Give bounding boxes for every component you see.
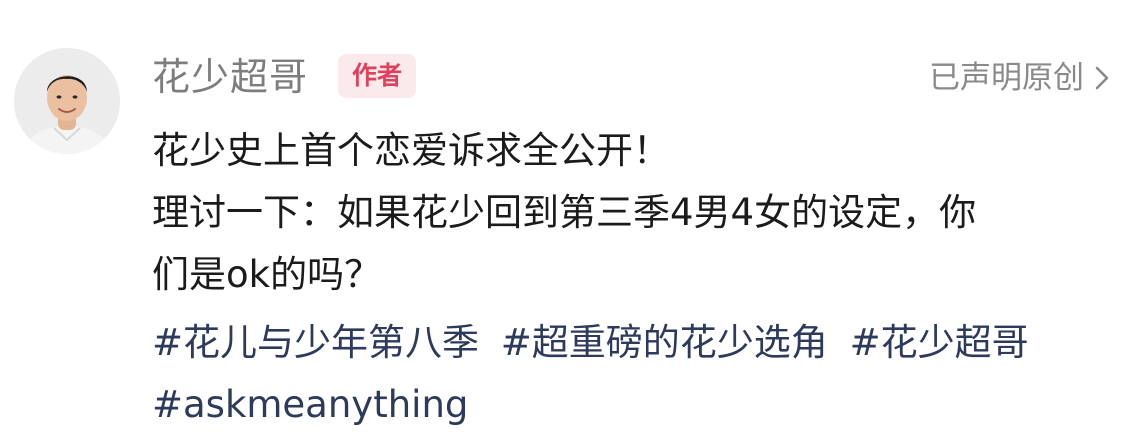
topic-list: #花儿与少年第八季 #超重磅的花少选角 #花少超哥 #askmeanything — [152, 312, 1104, 436]
topic-link[interactable]: #花儿与少年第八季 — [152, 321, 479, 364]
original-declaration-link[interactable]: 已声明原创 — [929, 58, 1112, 98]
post-line: 们是ok的吗？ — [152, 253, 382, 296]
post-line: 理讨一下：如果花少回到第三季4男4女的设定，你 — [152, 191, 977, 234]
avatar-portrait-icon — [14, 48, 120, 154]
post-card: 花少超哥 作者 已声明原创 花少史上首个恋爱诉求全公开！ 理讨一下：如果花少回到… — [0, 0, 1134, 440]
chevron-right-icon — [1095, 66, 1109, 90]
post-header: 花少超哥 作者 已声明原创 — [152, 52, 1114, 102]
topic-link[interactable]: #askmeanything — [152, 383, 468, 426]
avatar[interactable] — [14, 48, 120, 154]
author-badge: 作者 — [338, 54, 417, 98]
post-body: 花少史上首个恋爱诉求全公开！ 理讨一下：如果花少回到第三季4男4女的设定，你 们… — [152, 120, 1104, 306]
topic-link[interactable]: #超重磅的花少选角 — [501, 321, 828, 364]
author-name[interactable]: 花少超哥 — [152, 56, 308, 98]
topic-link[interactable]: #花少超哥 — [850, 321, 1029, 364]
post-line: 花少史上首个恋爱诉求全公开！ — [152, 129, 670, 172]
topic-row: #花儿与少年第八季 #超重磅的花少选角 #花少超哥 — [152, 312, 1104, 374]
topic-row: #askmeanything — [152, 374, 1104, 436]
declaration-label: 已声明原创 — [929, 60, 1084, 96]
